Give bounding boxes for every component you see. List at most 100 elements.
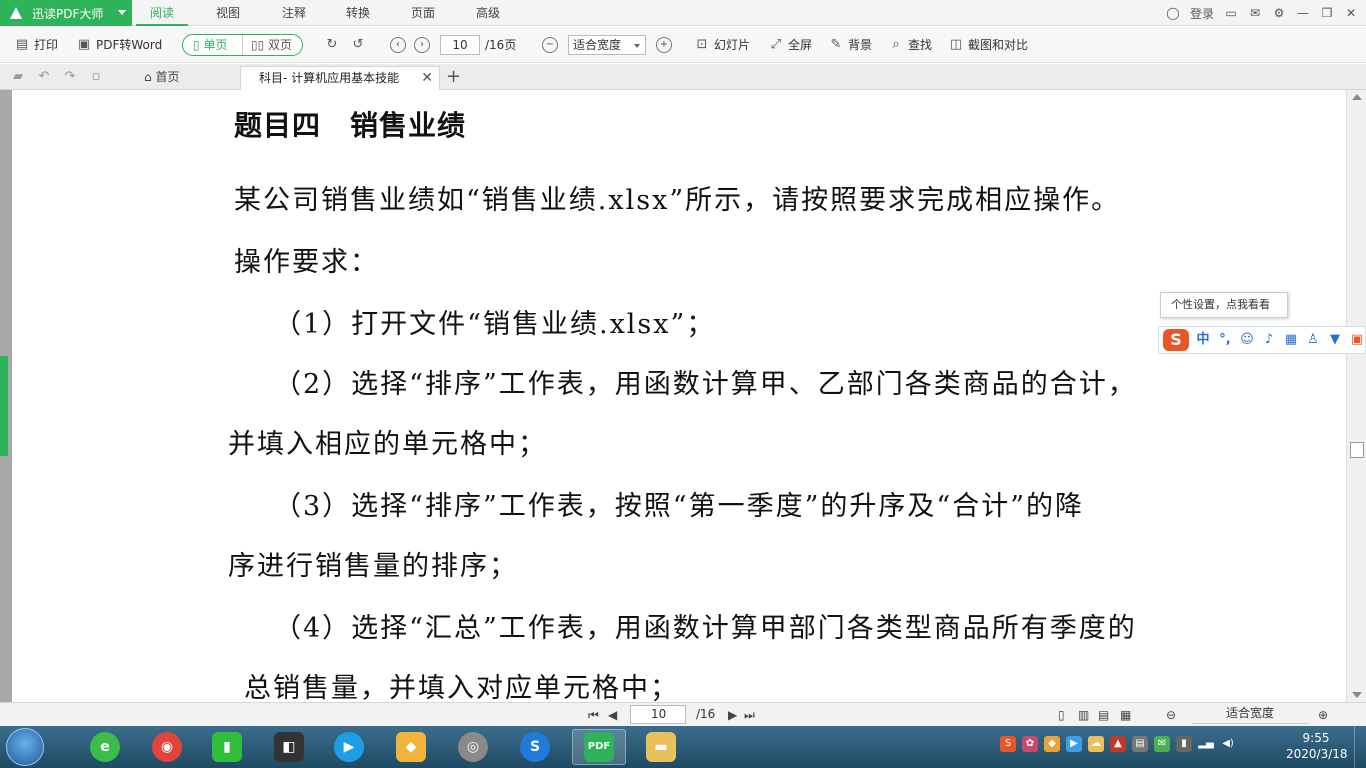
taskbar-app-iqiyi[interactable]: ▮ (200, 729, 254, 765)
taskbar-app-sogou[interactable]: S (508, 729, 562, 765)
taskbar-app-player[interactable]: ◧ (262, 729, 316, 765)
message-icon[interactable]: ✉ (1248, 6, 1262, 20)
tray-device-icon[interactable]: ▮ (1176, 736, 1192, 752)
menu-view[interactable]: 视图 (216, 0, 240, 26)
paragraph-step-3b: 序进行销售量的排序； (228, 551, 518, 582)
sidebar-toggle[interactable] (0, 356, 8, 456)
ime-toolbar: S 中 °, ☺ ♪ ▦ ♙ ▼ ▣ (1158, 326, 1366, 354)
pdf-to-word-button[interactable]: ▣ PDF转Word (76, 36, 162, 54)
double-view-icon[interactable]: ▤ (1098, 707, 1109, 723)
taskbar-app-chrome[interactable]: ◉ (140, 729, 194, 765)
keyboard-icon[interactable]: ▦ (1283, 332, 1299, 348)
ime-mode-toggle[interactable]: 中 (1195, 332, 1211, 348)
book-view-icon[interactable]: ▦ (1120, 707, 1131, 723)
single-page-button[interactable]: ▯ 单页 (183, 35, 243, 55)
scroll-thumb[interactable] (1350, 442, 1364, 458)
toolbox-icon[interactable]: ▣ (1349, 332, 1365, 348)
sogou-logo-icon[interactable]: S (1163, 329, 1189, 351)
prev-page-button[interactable]: ‹ (390, 37, 406, 53)
redo-icon[interactable]: ↷ (62, 69, 78, 85)
taskbar-app-media[interactable]: ▶ (322, 729, 376, 765)
zoom-select[interactable]: 适合宽度 (568, 35, 646, 55)
show-desktop-button[interactable] (1354, 726, 1366, 768)
user-icon[interactable]: ♙ (1305, 332, 1321, 348)
zoom-in-icon[interactable]: ⊕ (1318, 707, 1328, 723)
start-button[interactable] (6, 728, 44, 766)
zoom-in-button[interactable]: + (656, 37, 672, 53)
page-number-input[interactable]: 10 (440, 35, 480, 55)
tray-play-icon[interactable]: ▶ (1066, 736, 1082, 752)
tray-cloud-icon[interactable]: ☁ (1088, 736, 1104, 752)
last-page-icon[interactable]: ⏭ (744, 707, 755, 723)
menu-annotate[interactable]: 注释 (282, 0, 306, 26)
taskbar-app-remote[interactable]: ◎ (446, 729, 500, 765)
paragraph-step-2b: 并填入相应的单元格中； (228, 429, 547, 460)
gear-icon[interactable]: ⚙ (1272, 6, 1286, 20)
tray-wechat-icon[interactable]: ✉ (1154, 736, 1170, 752)
scroll-up-icon[interactable] (1352, 94, 1362, 100)
status-bar: ⏮ ◀ 10 /16 ▶ ⏭ ▯ ▥ ▤ ▦ ⊖ 适合宽度 ⊕ (0, 702, 1366, 726)
taskbar-app-pdf[interactable]: PDF (572, 729, 626, 765)
minimize-icon[interactable]: — (1296, 6, 1310, 20)
feedback-icon[interactable]: ▭ (1224, 6, 1238, 20)
menu-page[interactable]: 页面 (411, 0, 435, 26)
save-icon[interactable]: ▫ (88, 69, 104, 85)
taskbar-app-explorer[interactable]: ▬ (634, 729, 688, 765)
next-page-button[interactable]: › (414, 37, 430, 53)
minus-icon: − (545, 39, 555, 50)
next-page-icon[interactable]: ▶ (728, 707, 737, 723)
ime-tooltip[interactable]: 个性设置，点我看看 (1160, 292, 1288, 318)
restore-icon[interactable]: ❐ (1320, 6, 1334, 20)
scroll-down-icon[interactable] (1352, 692, 1362, 698)
zoom-out-button[interactable]: − (542, 37, 558, 53)
print-button[interactable]: ▤ 打印 (14, 36, 58, 54)
user-icon[interactable]: ◯ (1166, 6, 1180, 20)
emoji-icon[interactable]: ☺ (1239, 332, 1255, 348)
punctuation-icon[interactable]: °, (1217, 332, 1233, 348)
tray-printer-icon[interactable]: ▤ (1132, 736, 1148, 752)
paragraph-step-4a: （4）选择“汇总”工作表，用函数计算甲部门各类型商品所有季度的 (274, 613, 1137, 644)
tray-box-icon[interactable]: ◆ (1044, 736, 1060, 752)
menu-convert[interactable]: 转换 (346, 0, 370, 26)
sogou-tray-icon[interactable]: S (1000, 736, 1016, 752)
status-page-input[interactable]: 10 (630, 705, 686, 724)
close-icon[interactable]: ✕ (421, 67, 433, 89)
taskbar-app-files[interactable]: ◆ (384, 729, 438, 765)
fullscreen-button[interactable]: ⤢ 全屏 (768, 36, 812, 54)
zoom-out-icon[interactable]: ⊖ (1166, 707, 1176, 723)
status-zoom-select[interactable]: 适合宽度 (1192, 705, 1308, 724)
menu-read[interactable]: 阅读 (136, 0, 189, 26)
microphone-icon[interactable]: ♪ (1261, 332, 1277, 348)
login-link[interactable]: 登录 (1190, 5, 1214, 22)
new-tab-button[interactable]: + (446, 66, 461, 88)
tray-app-icon[interactable]: ✿ (1022, 736, 1038, 752)
menu-advanced[interactable]: 高级 (476, 0, 500, 26)
find-button[interactable]: ⌕ 查找 (888, 36, 932, 54)
folder-icon: ▬ (646, 732, 676, 762)
single-page-view-icon[interactable]: ▯ (1058, 707, 1065, 723)
screenshot-compare-button[interactable]: ◫ 截图和对比 (948, 36, 1028, 54)
skin-icon[interactable]: ▼ (1327, 332, 1343, 348)
slideshow-button[interactable]: ⊡ 幻灯片 (694, 36, 750, 54)
background-button[interactable]: ✎ 背景 (828, 36, 872, 54)
s-icon: S (520, 732, 550, 762)
taskbar-app-ie[interactable]: e (78, 729, 132, 765)
volume-icon[interactable]: ◀) (1220, 736, 1236, 752)
system-clock[interactable]: 9:55 2020/3/18 (1286, 730, 1348, 762)
continuous-view-icon[interactable]: ▥ (1078, 707, 1089, 723)
double-page-button[interactable]: ▯▯ 双页 (245, 35, 303, 55)
tab-home[interactable]: ⌂ 首页 (140, 64, 179, 90)
app-menu-button[interactable]: 迅读PDF大师 (0, 0, 132, 26)
network-icon[interactable]: ▂▄ (1198, 736, 1214, 752)
undo-icon[interactable]: ↶ (36, 69, 52, 85)
tab-document[interactable]: 科目- 计算机应用基本技能 ✕ (240, 66, 440, 90)
tray-security-icon[interactable]: ▲ (1110, 736, 1126, 752)
open-folder-icon[interactable]: ▰ (10, 69, 26, 85)
rotate-ccw-button[interactable]: ↺ (350, 36, 370, 54)
rotate-cw-button[interactable]: ↻ (324, 36, 344, 54)
vertical-scrollbar[interactable] (1346, 90, 1366, 702)
double-page-label: 双页 (268, 38, 293, 52)
prev-page-icon[interactable]: ◀ (608, 707, 617, 723)
first-page-icon[interactable]: ⏮ (588, 707, 599, 723)
close-icon[interactable]: ✕ (1344, 6, 1358, 20)
